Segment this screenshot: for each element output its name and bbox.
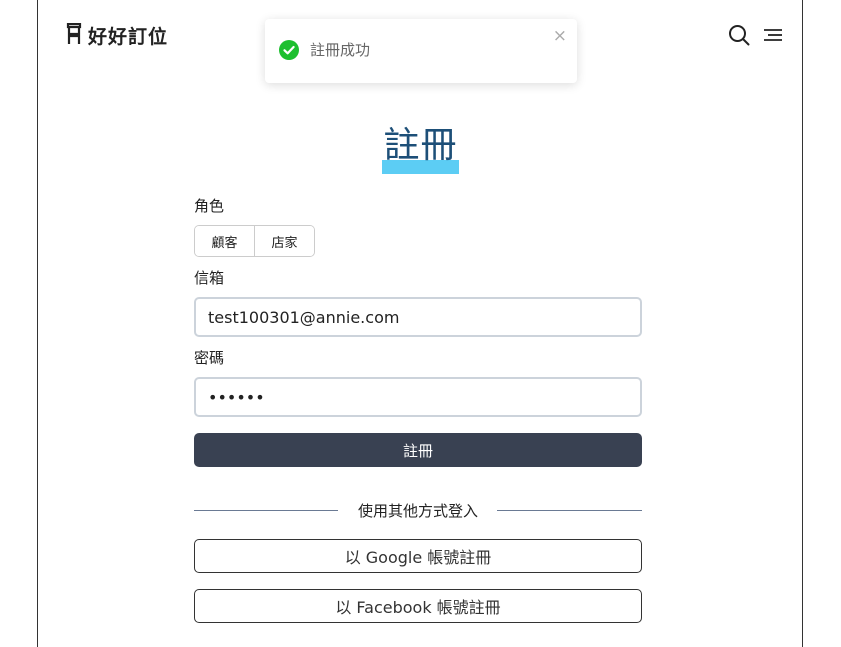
page-title: 註冊 [382,125,459,174]
divider-line-right [497,510,642,511]
email-label: 信箱 [194,269,225,287]
facebook-register-button[interactable]: 以 Facebook 帳號註冊 [194,589,642,623]
menu-icon[interactable] [762,24,784,46]
password-label: 密碼 [194,349,225,367]
brand-name: 好好訂位 [88,26,169,48]
title-wrap: 註冊 [0,124,841,174]
chair-icon [66,22,82,49]
divider-line-left [194,510,338,511]
role-toggle-group: 顧客 店家 [194,225,315,257]
close-icon[interactable]: × [553,27,567,45]
password-field[interactable] [194,377,642,417]
google-register-button[interactable]: 以 Google 帳號註冊 [194,539,642,573]
toast-message: 註冊成功 [310,41,371,59]
brand-logo[interactable]: 好好訂位 [66,22,168,49]
role-label: 角色 [194,197,225,215]
divider-text: 使用其他方式登入 [357,502,478,520]
success-toast: 註冊成功 × [265,19,577,83]
email-field[interactable] [194,297,642,337]
role-customer-button[interactable]: 顧客 [195,226,254,256]
role-store-button[interactable]: 店家 [254,226,314,256]
check-circle-icon [279,40,299,60]
register-button[interactable]: 註冊 [194,433,642,467]
header-actions [728,24,784,46]
search-icon[interactable] [728,24,750,46]
